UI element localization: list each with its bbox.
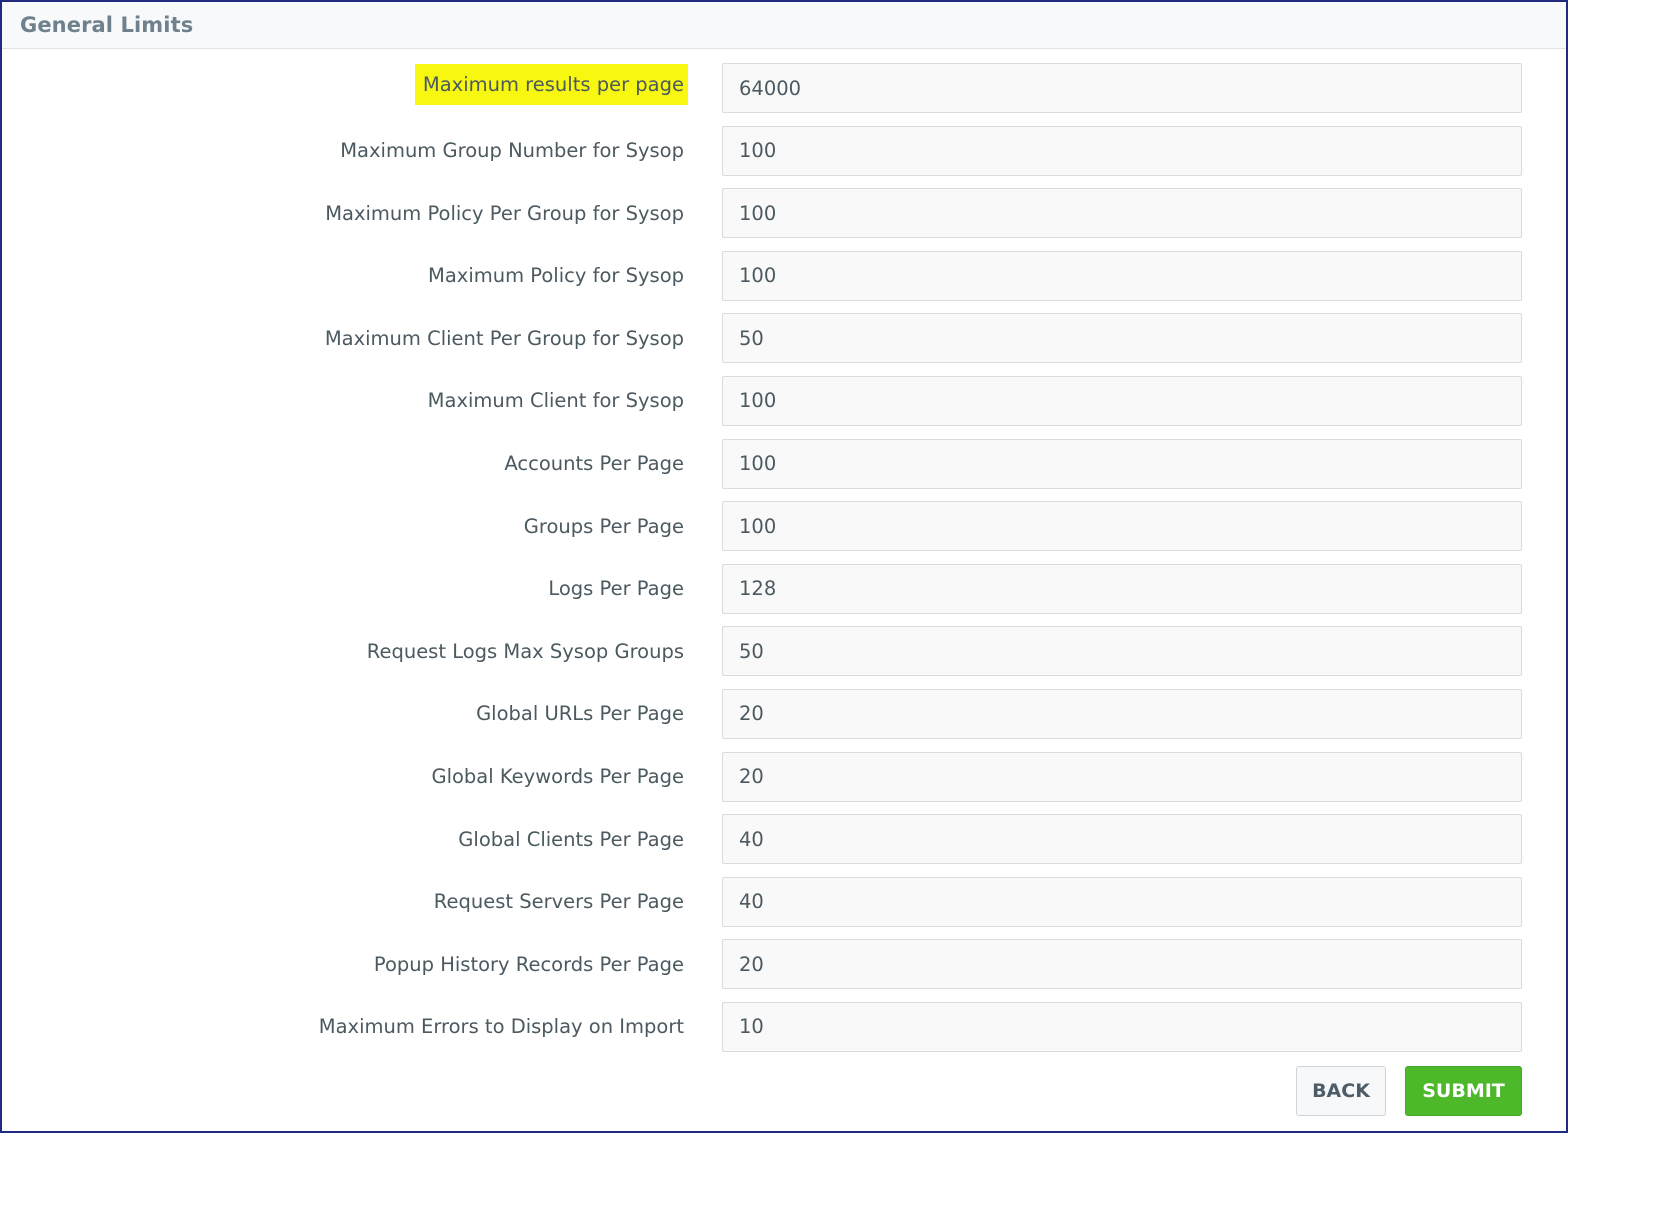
form-row-max-client-per-group-sysop: Maximum Client Per Group for Sysop (2, 313, 1566, 364)
request-logs-max-sysop-groups-input[interactable] (722, 626, 1522, 677)
form-row-max-policy-per-group-sysop: Maximum Policy Per Group for Sysop (2, 188, 1566, 239)
form-row-request-servers-per-page: Request Servers Per Page (2, 876, 1566, 927)
field-label: Maximum results per page (414, 64, 688, 105)
form-row-max-results-per-page: Maximum results per page (2, 63, 1566, 113)
global-keywords-per-page-input[interactable] (722, 751, 1522, 802)
panel-title: General Limits (20, 13, 194, 37)
form-row-global-clients-per-page: Global Clients Per Page (2, 814, 1566, 865)
max-client-sysop-input[interactable] (722, 375, 1522, 426)
panel-header: General Limits (2, 2, 1566, 49)
field-label: Groups Per Page (523, 514, 684, 538)
global-clients-per-page-input[interactable] (722, 814, 1522, 865)
global-urls-per-page-input[interactable] (722, 688, 1522, 739)
field-label: Maximum Policy for Sysop (428, 264, 684, 288)
form-row-max-client-sysop: Maximum Client for Sysop (2, 375, 1566, 426)
field-label: Logs Per Page (548, 577, 684, 601)
field-label: Global URLs Per Page (476, 702, 684, 726)
field-label: Global Keywords Per Page (431, 765, 684, 789)
form-row-groups-per-page: Groups Per Page (2, 501, 1566, 552)
back-button[interactable]: BACK (1296, 1066, 1386, 1116)
form-row-max-policy-sysop: Maximum Policy for Sysop (2, 250, 1566, 301)
form-row-accounts-per-page: Accounts Per Page (2, 438, 1566, 489)
max-client-per-group-sysop-input[interactable] (722, 313, 1522, 364)
form-row-global-keywords-per-page: Global Keywords Per Page (2, 751, 1566, 802)
limits-form: Maximum results per page Maximum Group N… (2, 63, 1566, 1065)
form-row-popup-history-records-per-page: Popup History Records Per Page (2, 939, 1566, 990)
groups-per-page-input[interactable] (722, 501, 1522, 552)
field-label: Global Clients Per Page (458, 827, 684, 851)
max-errors-display-import-input[interactable] (722, 1001, 1522, 1052)
field-label: Maximum Client for Sysop (427, 389, 684, 413)
field-label: Maximum Policy Per Group for Sysop (325, 201, 684, 225)
max-results-per-page-input[interactable] (722, 63, 1522, 113)
request-servers-per-page-input[interactable] (722, 876, 1522, 927)
general-limits-panel: General Limits Maximum results per page … (0, 0, 1568, 1133)
submit-button[interactable]: SUBMIT (1405, 1066, 1522, 1116)
form-actions: BACK SUBMIT (1296, 1066, 1522, 1116)
popup-history-records-per-page-input[interactable] (722, 939, 1522, 990)
field-label: Maximum Errors to Display on Import (318, 1015, 684, 1039)
accounts-per-page-input[interactable] (722, 438, 1522, 489)
form-row-max-group-number-sysop: Maximum Group Number for Sysop (2, 125, 1566, 176)
max-policy-sysop-input[interactable] (722, 250, 1522, 301)
logs-per-page-input[interactable] (722, 563, 1522, 614)
form-row-max-errors-display-import: Maximum Errors to Display on Import (2, 1001, 1566, 1052)
max-group-number-sysop-input[interactable] (722, 125, 1522, 176)
field-label: Request Servers Per Page (433, 890, 684, 914)
field-label: Maximum Client Per Group for Sysop (324, 326, 684, 350)
max-policy-per-group-sysop-input[interactable] (722, 188, 1522, 239)
field-label: Popup History Records Per Page (373, 952, 684, 976)
form-row-logs-per-page: Logs Per Page (2, 563, 1566, 614)
field-label: Accounts Per Page (504, 452, 684, 476)
field-label: Maximum Group Number for Sysop (340, 139, 684, 163)
form-row-global-urls-per-page: Global URLs Per Page (2, 688, 1566, 739)
field-label: Request Logs Max Sysop Groups (366, 639, 684, 663)
form-row-request-logs-max-sysop-groups: Request Logs Max Sysop Groups (2, 626, 1566, 677)
